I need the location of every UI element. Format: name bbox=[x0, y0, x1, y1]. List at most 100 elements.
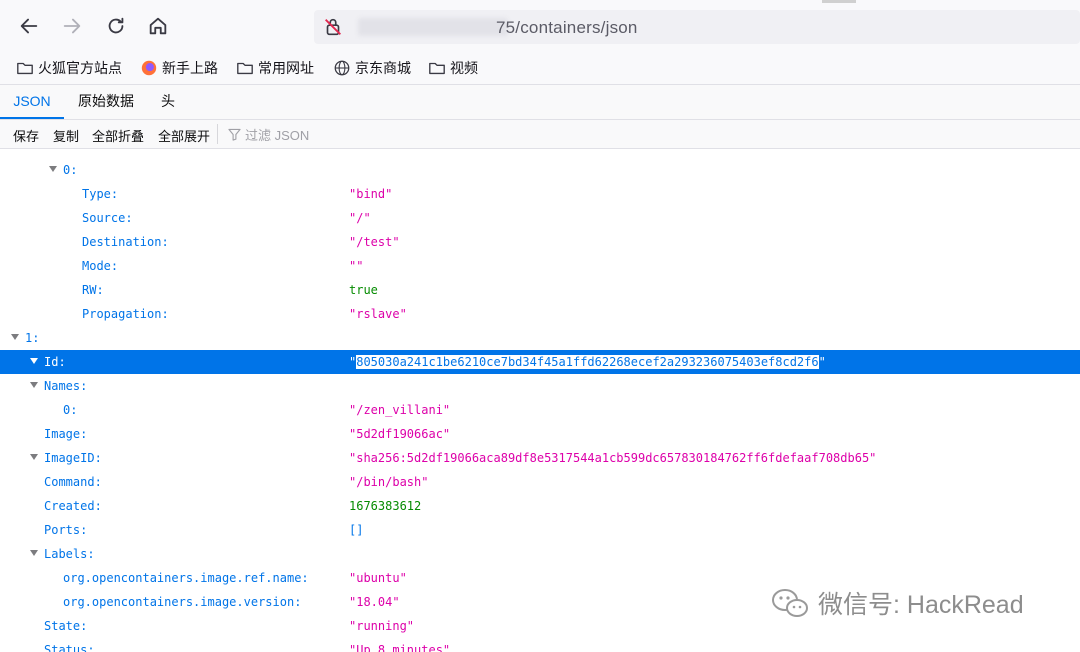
bookmark-label: 视频 bbox=[450, 60, 478, 76]
bookmark-label: 京东商城 bbox=[355, 60, 411, 76]
tree-row-status[interactable]: Status: "Up 8 minutes" bbox=[0, 638, 1080, 652]
json-key: Id: bbox=[44, 355, 66, 369]
json-tree: Mounts: 0: Type: "bind" Source: "/" Dest… bbox=[0, 149, 1080, 652]
filter-placeholder: 过滤 JSON bbox=[245, 128, 310, 143]
toolbar-divider bbox=[217, 124, 218, 144]
tree-row-id-selected[interactable]: Id: "805030a241c1be6210ce7bd34f45a1ffd62… bbox=[0, 350, 1080, 374]
json-key: 0: bbox=[63, 403, 78, 417]
tree-row-names[interactable]: Names: bbox=[0, 374, 1080, 398]
json-value: "/zen_villani" bbox=[349, 403, 451, 417]
tree-row-image[interactable]: Image: "5d2df19066ac" bbox=[0, 422, 1080, 446]
home-button[interactable] bbox=[142, 10, 174, 42]
expand-all-button[interactable]: 全部展开 bbox=[158, 126, 210, 145]
json-key: Type: bbox=[82, 187, 119, 201]
selected-text[interactable]: 805030a241c1be6210ce7bd34f45a1ffd62268ec… bbox=[356, 355, 819, 369]
json-key: Destination: bbox=[82, 235, 169, 249]
tree-row-container-1[interactable]: 1: bbox=[0, 326, 1080, 350]
bookmark-label: 火狐官方站点 bbox=[38, 60, 122, 76]
tree-row-propagation[interactable]: Propagation: "rslave" bbox=[0, 302, 1080, 326]
tab-json[interactable]: JSON bbox=[0, 85, 64, 119]
bookmark-getting-started[interactable]: 新手上路 bbox=[140, 58, 218, 78]
tree-row-type[interactable]: Type: "bind" bbox=[0, 182, 1080, 206]
tree-row-names-0[interactable]: 0: "/zen_villani" bbox=[0, 398, 1080, 422]
json-value: "ubuntu" bbox=[349, 571, 407, 585]
json-key: org.opencontainers.image.ref.name: bbox=[63, 571, 309, 585]
filter-json-input[interactable]: 过滤 JSON bbox=[228, 125, 309, 144]
json-value: "bind" bbox=[349, 187, 393, 201]
filter-icon bbox=[228, 128, 241, 141]
json-key: org.opencontainers.image.version: bbox=[63, 595, 302, 609]
folder-icon bbox=[237, 62, 253, 75]
json-key: Image: bbox=[44, 427, 88, 441]
json-key: Source: bbox=[82, 211, 133, 225]
reload-button[interactable] bbox=[100, 10, 132, 42]
tree-row-imageid[interactable]: ImageID: "sha256:5d2df19066aca89df8e5317… bbox=[0, 446, 1080, 470]
json-toolbar: 保存 复制 全部折叠 全部展开 过滤 JSON bbox=[0, 120, 1080, 149]
bookmark-label: 新手上路 bbox=[162, 60, 218, 76]
json-value: "running" bbox=[349, 619, 415, 633]
tree-row-destination[interactable]: Destination: "/test" bbox=[0, 230, 1080, 254]
navigation-toolbar: 75/containers/json bbox=[0, 0, 1080, 52]
tab-headers[interactable]: 头 bbox=[150, 85, 186, 119]
value-close-quote: " bbox=[818, 355, 826, 369]
save-button[interactable]: 保存 bbox=[13, 126, 39, 145]
tree-row-mode[interactable]: Mode: "" bbox=[0, 254, 1080, 278]
expand-toggle-icon[interactable] bbox=[30, 382, 38, 388]
json-value: [] bbox=[349, 523, 364, 537]
json-key: Created: bbox=[44, 499, 102, 513]
globe-icon bbox=[334, 60, 350, 76]
tree-row-source[interactable]: Source: "/" bbox=[0, 206, 1080, 230]
tree-row-labels[interactable]: Labels: bbox=[0, 542, 1080, 566]
copy-button[interactable]: 复制 bbox=[53, 126, 79, 145]
json-key: RW: bbox=[82, 283, 104, 297]
expand-toggle-icon[interactable] bbox=[30, 550, 38, 556]
bookmark-common-sites[interactable]: 常用网址 bbox=[236, 58, 314, 78]
folder-icon bbox=[17, 62, 33, 75]
wechat-icon bbox=[772, 589, 808, 617]
json-key: Propagation: bbox=[82, 307, 169, 321]
bookmark-label: 常用网址 bbox=[258, 60, 314, 76]
json-key: Names: bbox=[44, 379, 88, 393]
json-key: 0: bbox=[63, 163, 78, 177]
viewer-tabs: JSON 原始数据 头 bbox=[0, 85, 1080, 120]
redacted-host bbox=[358, 18, 508, 36]
watermark-text: 微信号: HackRead bbox=[818, 591, 1024, 619]
json-key: Ports: bbox=[44, 523, 88, 537]
collapse-all-button[interactable]: 全部折叠 bbox=[92, 126, 144, 145]
json-value: true bbox=[349, 283, 378, 297]
address-bar[interactable]: 75/containers/json bbox=[314, 10, 1080, 44]
url-path: 75/containers/json bbox=[496, 18, 638, 37]
wechat-watermark: 微信号: HackRead bbox=[770, 585, 1024, 621]
json-value: "" bbox=[349, 259, 364, 273]
json-key: 1: bbox=[25, 331, 40, 345]
tree-row-ports[interactable]: Ports: [] bbox=[0, 518, 1080, 542]
expand-toggle-icon[interactable] bbox=[30, 454, 38, 460]
json-value: "805030a241c1be6210ce7bd34f45a1ffd62268e… bbox=[349, 355, 826, 369]
expand-toggle-icon[interactable] bbox=[49, 166, 57, 172]
bookmark-firefox-site[interactable]: 火狐官方站点 bbox=[16, 58, 122, 78]
bookmark-video[interactable]: 视频 bbox=[428, 58, 478, 78]
tree-row-created[interactable]: Created: 1676383612 bbox=[0, 494, 1080, 518]
tree-row-command[interactable]: Command: "/bin/bash" bbox=[0, 470, 1080, 494]
forward-button[interactable] bbox=[56, 10, 88, 42]
insecure-lock-icon bbox=[325, 18, 341, 36]
json-key: Labels: bbox=[44, 547, 95, 561]
tree-row-rw[interactable]: RW: true bbox=[0, 278, 1080, 302]
tab-raw-data[interactable]: 原始数据 bbox=[66, 85, 146, 119]
expand-toggle-icon[interactable] bbox=[30, 358, 38, 364]
tree-row-mount-0[interactable]: 0: bbox=[0, 158, 1080, 182]
json-key: ImageID: bbox=[44, 451, 102, 465]
json-value: "18.04" bbox=[349, 595, 400, 609]
json-value: "/test" bbox=[349, 235, 400, 249]
json-value: "Up 8 minutes" bbox=[349, 643, 451, 652]
json-value: "sha256:5d2df19066aca89df8e5317544a1cb59… bbox=[349, 451, 877, 465]
folder-icon bbox=[429, 62, 445, 75]
bookmarks-toolbar: 火狐官方站点 新手上路 常用网址 京东商城 视频 bbox=[0, 52, 1080, 85]
back-button[interactable] bbox=[13, 10, 45, 42]
forward-arrow-icon bbox=[63, 18, 81, 34]
json-value: "rslave" bbox=[349, 307, 407, 321]
json-key: Mounts: bbox=[44, 149, 95, 152]
bookmark-jd-mall[interactable]: 京东商城 bbox=[333, 58, 411, 78]
expand-toggle-icon[interactable] bbox=[11, 334, 19, 340]
window-edge bbox=[822, 0, 856, 3]
